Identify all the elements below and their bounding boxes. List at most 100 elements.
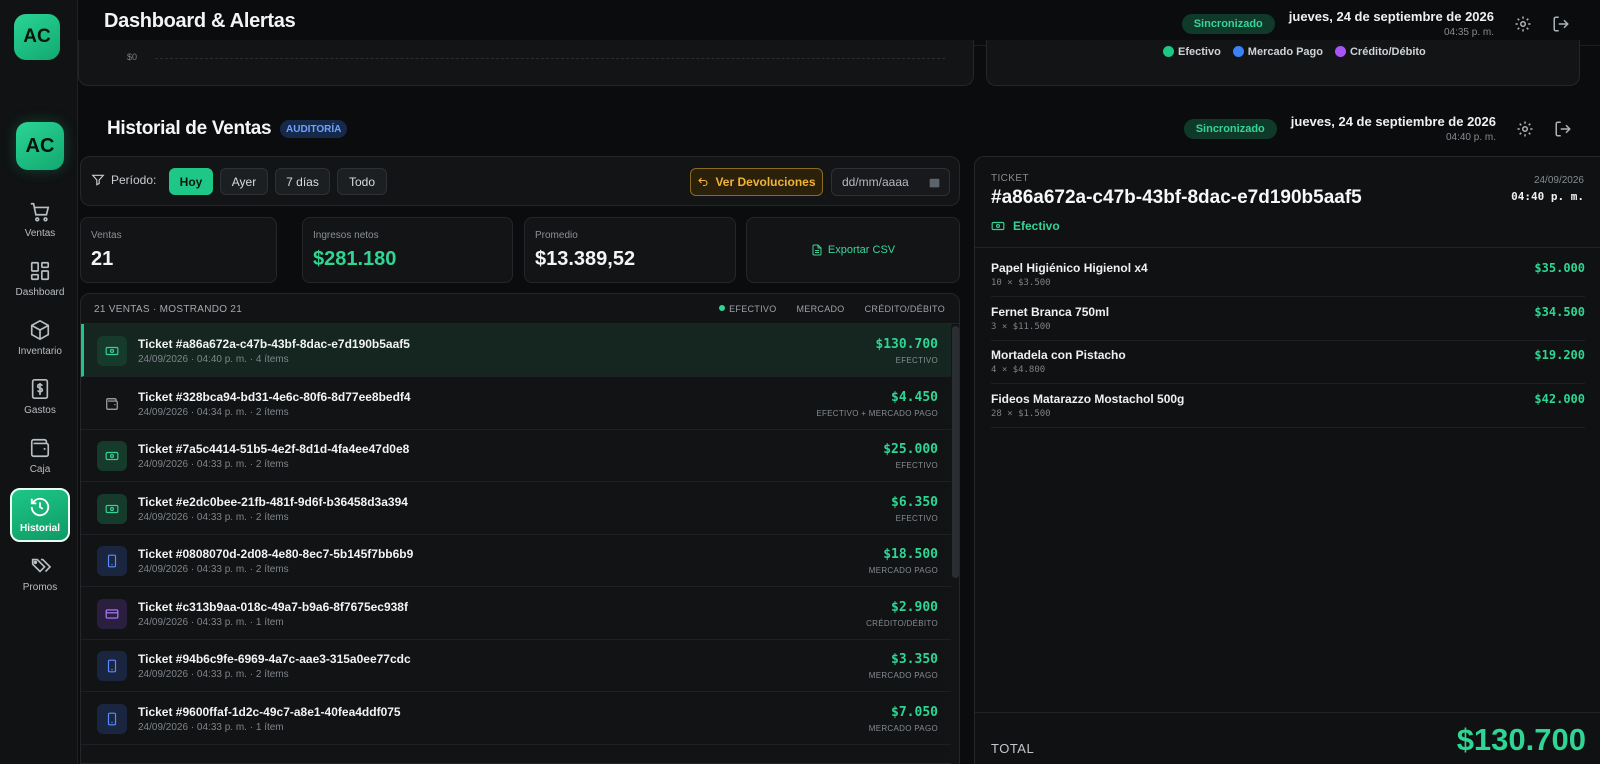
- ticket-id: #a86a672a-c47b-43bf-8dac-e7d190b5aaf5: [991, 187, 1362, 208]
- phone-icon: [97, 703, 127, 734]
- sidebar-item-label: Ventas: [24, 228, 56, 239]
- period-7days-button[interactable]: 7 días: [275, 168, 330, 195]
- legend-credit: CRÉDITO/DÉBITO: [864, 304, 945, 314]
- stat-label: Promedio: [535, 230, 578, 241]
- table-row[interactable]: Ticket #7a5c4414-51b5-4e2f-8d1d-4fa4ee47…: [81, 429, 952, 482]
- sidebar-item-gastos[interactable]: Gastos: [10, 371, 70, 423]
- gear-icon[interactable]: [1514, 15, 1532, 33]
- sales-list-header: 21 VENTAS · MOSTRANDO 21 EFECTIVO MERCAD…: [81, 294, 959, 324]
- ticket-detail-panel: TICKET #a86a672a-c47b-43bf-8dac-e7d190b5…: [974, 156, 1600, 764]
- grid-icon: [30, 261, 50, 281]
- sidebar-item-label: Dashboard: [15, 287, 65, 298]
- table-row[interactable]: Ticket #94b6c9fe-6969-4a7c-aae3-315a0ee7…: [81, 639, 952, 692]
- ticket-payment-method: EFECTIVO: [895, 461, 938, 470]
- background-chart-card: $0: [78, 40, 974, 86]
- sidebar-item-dashboard[interactable]: Dashboard: [10, 253, 70, 305]
- total-divider: [975, 712, 1600, 713]
- ticket-amount: $18.500: [883, 547, 938, 562]
- file-icon: [812, 244, 822, 256]
- history-icon: [30, 497, 50, 517]
- total-value: $130.700: [1456, 722, 1586, 757]
- view-returns-button[interactable]: Ver Devoluciones: [690, 168, 823, 196]
- item-price: $34.500: [1534, 304, 1585, 319]
- ticket-meta: 24/09/2026 · 04:33 p. m. · 2 ítems: [138, 669, 289, 680]
- ticket-amount: $7.050: [891, 704, 938, 720]
- sidebar-item-label: Gastos: [24, 405, 56, 416]
- ticket-time: 04:40 p. m.: [1511, 190, 1584, 203]
- filter-icon: [91, 174, 105, 186]
- undo-icon: [698, 177, 709, 187]
- chart-baseline: [155, 58, 945, 59]
- ticket-meta: 24/09/2026 · 04:33 p. m. · 1 ítem: [138, 616, 284, 628]
- background-sync-badge: Sincronizado: [1181, 13, 1275, 34]
- sidebar-item-label: Inventario: [18, 346, 62, 357]
- date-block: jueves, 24 de septiembre de 2026 04:40 p…: [1291, 114, 1496, 143]
- table-row[interactable]: Ticket #328bca94-bd31-4e6c-80f6-8d77ee8b…: [81, 377, 952, 430]
- credit-card-icon: [97, 598, 127, 629]
- sidebar-item-caja[interactable]: Caja: [10, 430, 70, 482]
- background-time: 04:35 p. m.: [1443, 27, 1494, 38]
- list-scrollbar-thumb[interactable]: [952, 326, 959, 578]
- ticket-amount: $3.350: [891, 652, 938, 667]
- ticket-title: Ticket #9600ffaf-1d2c-49c7-a8e1-40fea4dd…: [138, 704, 401, 719]
- chart-legend: Efectivo Mercado Pago Crédito/Débito: [1163, 46, 1426, 58]
- legend-cash: EFECTIVO: [719, 304, 776, 314]
- wallet-icon: [97, 389, 127, 419]
- ticket-payment-method: CRÉDITO/DÉBITO: [866, 618, 938, 628]
- sidebar-item-label: Caja: [29, 464, 51, 475]
- gear-icon[interactable]: [1516, 120, 1534, 138]
- sidebar-item-promos[interactable]: Promos: [10, 548, 70, 600]
- table-row[interactable]: Ticket #e2dc0bee-21fb-481f-9d6f-b36458d3…: [81, 482, 952, 535]
- sidebar-item-historial[interactable]: Historial: [10, 488, 70, 542]
- ticket-payment-method: MERCADO PAGO: [868, 723, 938, 733]
- header-time: 04:40 p. m.: [1445, 132, 1496, 143]
- ticket-payment: Efectivo: [991, 219, 1060, 233]
- stat-label: Ingresos netos: [313, 230, 379, 241]
- background-date-block: jueves, 24 de septiembre de 2026 04:35 p…: [1289, 9, 1494, 38]
- sidebar-item-ventas[interactable]: Ventas: [10, 194, 70, 246]
- header-date: jueves, 24 de septiembre de 2026: [1290, 114, 1496, 129]
- ticket-title: Ticket #c313b9aa-018c-49a7-b9a6-8f7675ec…: [138, 599, 408, 614]
- item-quantity: 10 × $3.500: [991, 278, 1051, 288]
- ticket-meta: 24/09/2026 · 04:40 p. m. · 4 ítems: [138, 354, 289, 365]
- ticket-meta: 24/09/2026 · 04:33 p. m. · 2 ítems: [138, 459, 289, 470]
- cart-icon: [30, 202, 50, 222]
- phone-icon: [97, 651, 127, 681]
- chart-zero-label: $0: [127, 52, 138, 62]
- list-item: Fideos Matarazzo Mostachol 500g 28 × $1.5…: [991, 384, 1585, 428]
- ticket-amount: $130.700: [875, 337, 938, 352]
- ticket-payment-method: EFECTIVO + MERCADO PAGO: [816, 408, 938, 418]
- logout-icon[interactable]: [1554, 120, 1572, 138]
- item-quantity: 4 × $4.800: [991, 365, 1046, 375]
- background-sidebar: AC: [0, 0, 78, 96]
- item-name: Papel Higiénico Higienol x4: [991, 261, 1148, 275]
- item-quantity: 28 × $1.500: [991, 408, 1051, 419]
- stat-ventas: Ventas 21: [80, 217, 277, 283]
- table-row[interactable]: Ticket #0808070d-2d08-4e80-8ec7-5b145f7b…: [81, 534, 952, 587]
- background-date: jueves, 24 de septiembre de 2026: [1288, 9, 1494, 24]
- table-row[interactable]: Ticket #c313b9aa-018c-49a7-b9a6-8f7675ec…: [81, 587, 952, 640]
- logout-icon[interactable]: [1552, 15, 1570, 33]
- period-today-button[interactable]: Hoy: [169, 168, 213, 195]
- ticket-amount: $4.450: [891, 389, 938, 405]
- cash-icon: [97, 441, 127, 471]
- ticket-meta: 24/09/2026 · 04:33 p. m. · 2 ítems: [138, 564, 289, 575]
- ticket-amount: $25.000: [883, 442, 938, 457]
- page-title: Historial de Ventas: [107, 118, 272, 139]
- export-csv-button[interactable]: Exportar CSV: [746, 217, 960, 283]
- ticket-payment-method: MERCADO PAGO: [868, 671, 938, 680]
- ticket-meta: 24/09/2026 · 04:33 p. m. · 2 ítems: [138, 511, 289, 523]
- filter-bar: Período: Hoy Ayer 7 días Todo Ver Devolu…: [80, 156, 960, 206]
- period-yesterday-button[interactable]: Ayer: [220, 168, 268, 195]
- table-row[interactable]: Ticket #a86a672a-c47b-43bf-8dac-e7d190b5…: [81, 324, 952, 377]
- item-price: $42.000: [1534, 391, 1585, 406]
- sidebar-item-label: Promos: [22, 582, 58, 593]
- date-filter-input[interactable]: dd/mm/aaaa: [831, 168, 950, 196]
- export-csv-label: Exportar CSV: [827, 244, 896, 256]
- item-name: Fernet Branca 750ml: [991, 304, 1110, 319]
- period-all-button[interactable]: Todo: [337, 168, 387, 195]
- sidebar-item-inventario[interactable]: Inventario: [10, 312, 70, 364]
- table-row[interactable]: Ticket #9600ffaf-1d2c-49c7-a8e1-40fea4dd…: [81, 692, 952, 745]
- payment-legend: EFECTIVO MERCADO CRÉDITO/DÉBITO: [719, 304, 945, 314]
- stat-value: $281.180: [313, 248, 397, 270]
